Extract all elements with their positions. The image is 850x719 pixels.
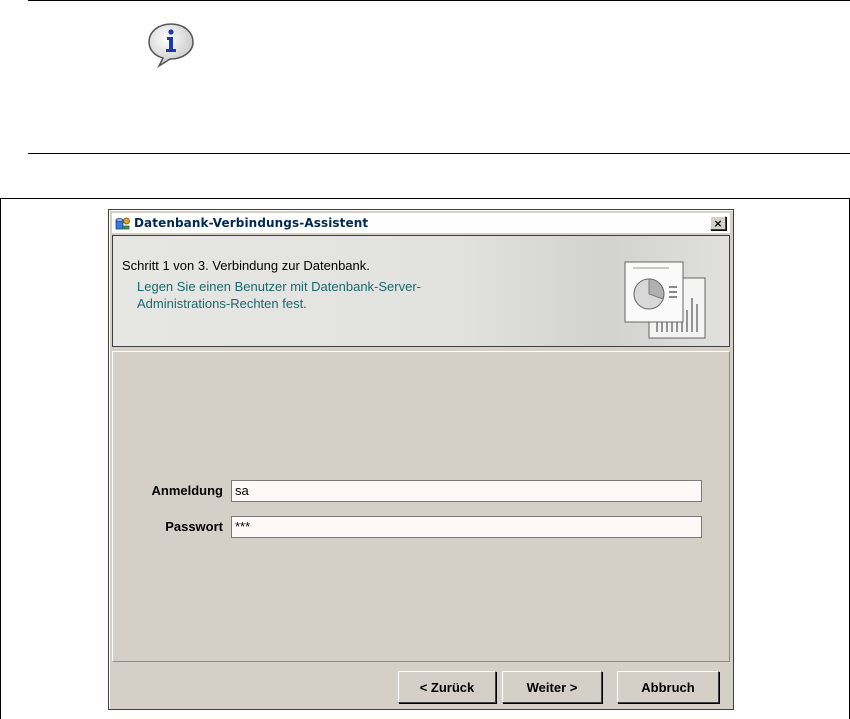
chart-graphic-icon [624,261,706,339]
next-button[interactable]: Weiter > [502,671,602,703]
section-rule [28,153,850,154]
info-bubble-icon [148,23,194,68]
password-label: Passwort [165,519,223,534]
step-text: Schritt 1 von 3. Verbindung zur Datenban… [122,258,370,273]
database-wizard-icon [115,217,130,230]
login-label: Anmeldung [151,483,224,498]
back-button[interactable]: < Zurück [398,671,496,703]
password-input[interactable]: *** [231,516,702,538]
title-bar[interactable]: Datenbank-Verbindungs-Assistent × [112,213,730,233]
password-row: Passwort *** [113,516,731,538]
wizard-dialog: Datenbank-Verbindungs-Assistent × Schrit… [108,209,734,710]
top-rule [28,0,850,1]
login-row: Anmeldung sa [113,480,731,502]
dialog-title: Datenbank-Verbindungs-Assistent [134,216,369,230]
close-button[interactable]: × [710,216,726,230]
login-input[interactable]: sa [231,480,702,502]
step-description: Legen Sie einen Benutzer mit Datenbank-S… [137,279,421,311]
cancel-button[interactable]: Abbruch [617,671,719,703]
form-panel: Anmeldung sa Passwort *** [112,351,730,662]
header-panel: Schritt 1 von 3. Verbindung zur Datenban… [112,235,730,347]
